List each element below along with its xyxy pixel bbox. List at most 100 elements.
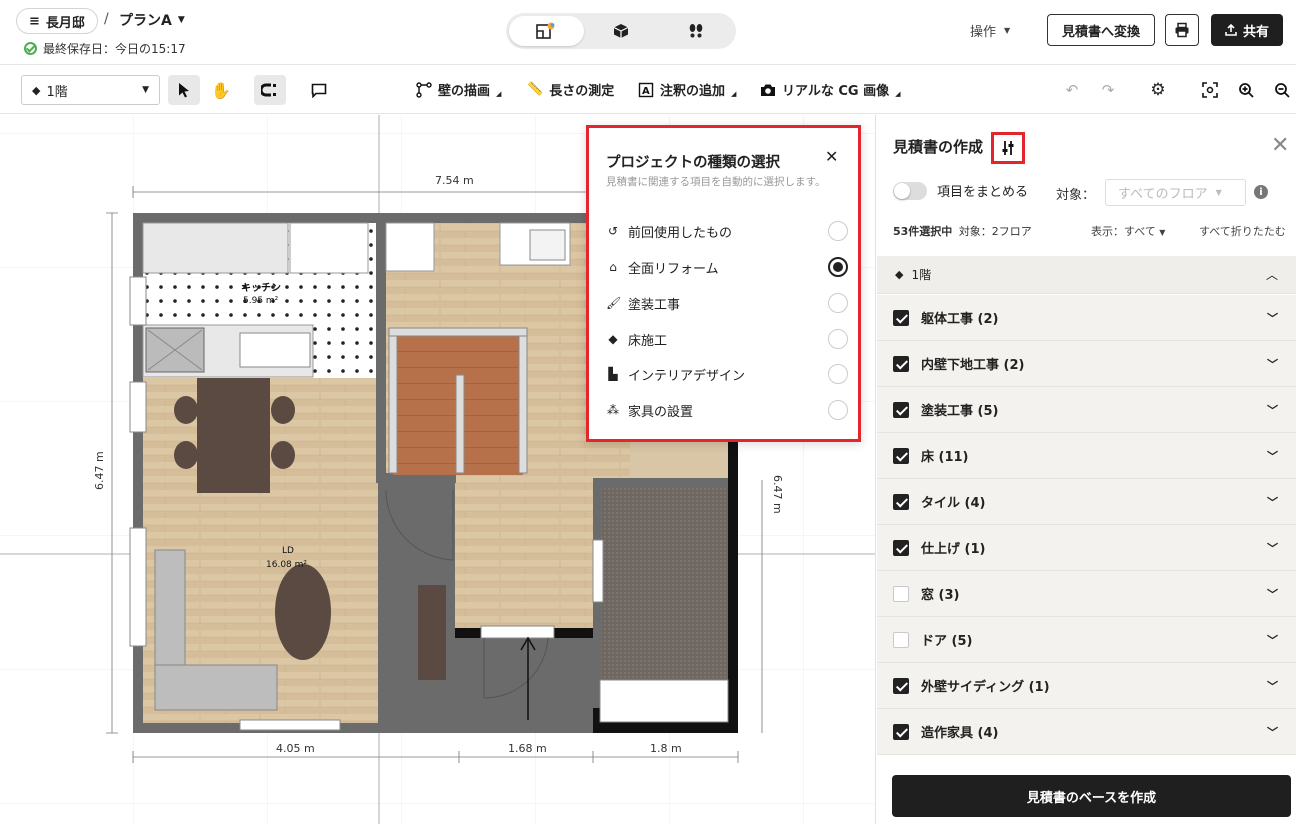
option-interior-design[interactable]: ▙ インテリアデザイン — [606, 363, 848, 385]
share-button[interactable]: 共有 — [1211, 14, 1283, 46]
plan-selector[interactable]: プランA ▼ — [119, 10, 185, 30]
chevron-down-icon[interactable]: ﹀ — [1267, 402, 1278, 418]
corner-caret-icon: ◢ — [895, 89, 901, 98]
chevron-down-icon[interactable]: ﹀ — [1267, 678, 1278, 694]
print-button[interactable] — [1165, 14, 1199, 46]
chevron-down-icon[interactable]: ﹀ — [1267, 494, 1278, 510]
target-floor-select[interactable]: すべてのフロア ▼ — [1105, 179, 1246, 206]
cube-icon — [613, 24, 629, 38]
magnet-icon — [261, 83, 276, 97]
close-icon[interactable]: ✕ — [825, 147, 838, 166]
view-walk-button[interactable] — [658, 16, 733, 46]
operations-menu[interactable]: 操作 ▼ — [970, 21, 1010, 40]
category-label: 床 (11) — [921, 450, 969, 465]
snap-toggle-button[interactable] — [254, 75, 286, 105]
fit-view-button[interactable] — [1194, 75, 1226, 105]
checkbox[interactable] — [893, 723, 909, 740]
toggle-label: 項目をまとめる — [937, 185, 1029, 200]
category-label: 窓 (3) — [921, 588, 960, 603]
category-row[interactable]: 造作家具 (4) ﹀ — [877, 709, 1296, 755]
category-row[interactable]: 塗装工事 (5) ﹀ — [877, 387, 1296, 433]
gear-icon: ⚙ — [1150, 80, 1166, 100]
category-row[interactable]: 外壁サイディング (1) ﹀ — [877, 663, 1296, 709]
zoom-out-button[interactable] — [1266, 75, 1296, 105]
draw-wall-tool[interactable]: 壁の描画 ◢ — [416, 80, 501, 99]
project-type-popup: プロジェクトの種類の選択 ✕ 見積書に関連する項目を自動的に選択します。 ↺ 前… — [586, 125, 861, 442]
close-icon[interactable]: ✕ — [1271, 133, 1289, 158]
floor-group-header[interactable]: ◆ 1階 ︿ — [877, 256, 1296, 294]
annotation-label: 注釈の追加 — [660, 84, 726, 99]
project-menu-button[interactable]: ≡ 長月邸 — [16, 8, 98, 34]
printer-icon — [1175, 22, 1189, 38]
checkbox[interactable] — [893, 539, 909, 556]
dimension-right-label: 6.47 m — [771, 475, 784, 514]
history-icon: ↺ — [607, 224, 619, 238]
option-flooring[interactable]: ◆ 床施工 — [606, 328, 848, 350]
checkbox[interactable] — [893, 677, 909, 694]
category-row[interactable]: タイル (4) ﹀ — [877, 479, 1296, 525]
checkbox[interactable] — [893, 493, 909, 510]
measure-tool[interactable]: 📏 長さの測定 — [527, 80, 614, 99]
view-2d-button[interactable] — [509, 16, 584, 46]
comment-tool-button[interactable] — [303, 75, 335, 105]
filter-settings-button[interactable] — [991, 132, 1025, 164]
convert-to-estimate-button[interactable]: 見積書へ変換 — [1047, 14, 1155, 46]
create-estimate-base-button[interactable]: 見積書のベースを作成 — [892, 775, 1291, 817]
checkbox[interactable] — [893, 447, 909, 464]
category-row[interactable]: 床 (11) ﹀ — [877, 433, 1296, 479]
interior-icon: ▙ — [608, 367, 618, 381]
checkbox[interactable] — [893, 631, 909, 648]
share-label: 共有 — [1242, 24, 1269, 40]
floor-select[interactable]: ◆ 1階 ▼ — [21, 75, 160, 105]
zoom-in-button[interactable] — [1230, 75, 1262, 105]
collapse-all-link[interactable]: すべて折りたたむ — [1199, 223, 1286, 239]
chevron-down-icon[interactable]: ﹀ — [1267, 310, 1278, 326]
chevron-down-icon[interactable]: ﹀ — [1267, 724, 1278, 740]
camera-icon — [761, 84, 775, 96]
category-row[interactable]: 仕上げ (1) ﹀ — [877, 525, 1296, 571]
category-label: タイル (4) — [921, 496, 986, 511]
checkbox[interactable] — [893, 585, 909, 602]
checkbox[interactable] — [893, 355, 909, 372]
chevron-down-icon[interactable]: ﹀ — [1267, 356, 1278, 372]
category-row[interactable]: 躯体工事 (2) ﹀ — [877, 295, 1296, 341]
category-row[interactable]: 窓 (3) ﹀ — [877, 571, 1296, 617]
group-items-toggle[interactable]: 項目をまとめる — [893, 181, 1028, 200]
select-tool-button[interactable] — [168, 75, 200, 105]
chevron-down-icon[interactable]: ﹀ — [1267, 540, 1278, 556]
checkbox[interactable] — [893, 401, 909, 418]
toggle-switch[interactable] — [893, 181, 927, 200]
chevron-down-icon[interactable]: ﹀ — [1267, 586, 1278, 602]
checkbox[interactable] — [893, 309, 909, 326]
option-painting[interactable]: 🖌 塗装工事 — [606, 292, 848, 314]
comment-icon — [311, 83, 327, 98]
pan-tool-button[interactable]: ✋ — [205, 75, 237, 105]
redo-button[interactable]: ↷ — [1092, 75, 1124, 105]
option-recent[interactable]: ↺ 前回使用したもの — [606, 220, 848, 242]
category-row[interactable]: ドア (5) ﹀ — [877, 617, 1296, 663]
chevron-down-icon[interactable]: ﹀ — [1267, 632, 1278, 648]
info-icon[interactable]: i — [1254, 185, 1268, 199]
radio-button[interactable] — [828, 400, 848, 420]
radio-button[interactable] — [828, 221, 848, 241]
undo-button[interactable]: ↶ — [1056, 75, 1088, 105]
view-3d-button[interactable] — [584, 16, 659, 46]
tool-bar: ◆ 1階 ▼ ✋ 壁の描画 ◢ 📏 長さの測定 A 注釈の追加 ◢ リアルな C… — [0, 64, 1296, 114]
settings-button[interactable]: ⚙ — [1142, 75, 1174, 105]
render-tool[interactable]: リアルな CG 画像 ◢ — [760, 80, 901, 99]
category-label: ドア (5) — [921, 634, 973, 649]
radio-button[interactable] — [828, 329, 848, 349]
option-full-renovation[interactable]: ⌂ 全面リフォーム — [606, 256, 848, 278]
option-furniture[interactable]: ⁂ 家具の設置 — [606, 399, 848, 421]
redo-icon: ↷ — [1101, 81, 1115, 99]
save-status: 最終保存日：今日の15:17 — [24, 40, 186, 57]
radio-button[interactable] — [828, 364, 848, 384]
category-row[interactable]: 内壁下地工事 (2) ﹀ — [877, 341, 1296, 387]
option-label: インテリアデザイン — [628, 368, 746, 384]
sliders-icon — [1002, 141, 1014, 155]
chevron-down-icon[interactable]: ﹀ — [1267, 448, 1278, 464]
display-filter[interactable]: 表示：すべて ▼ — [1091, 223, 1165, 239]
annotation-tool[interactable]: A 注釈の追加 ◢ — [638, 80, 736, 99]
radio-button[interactable] — [828, 257, 848, 277]
radio-button[interactable] — [828, 293, 848, 313]
